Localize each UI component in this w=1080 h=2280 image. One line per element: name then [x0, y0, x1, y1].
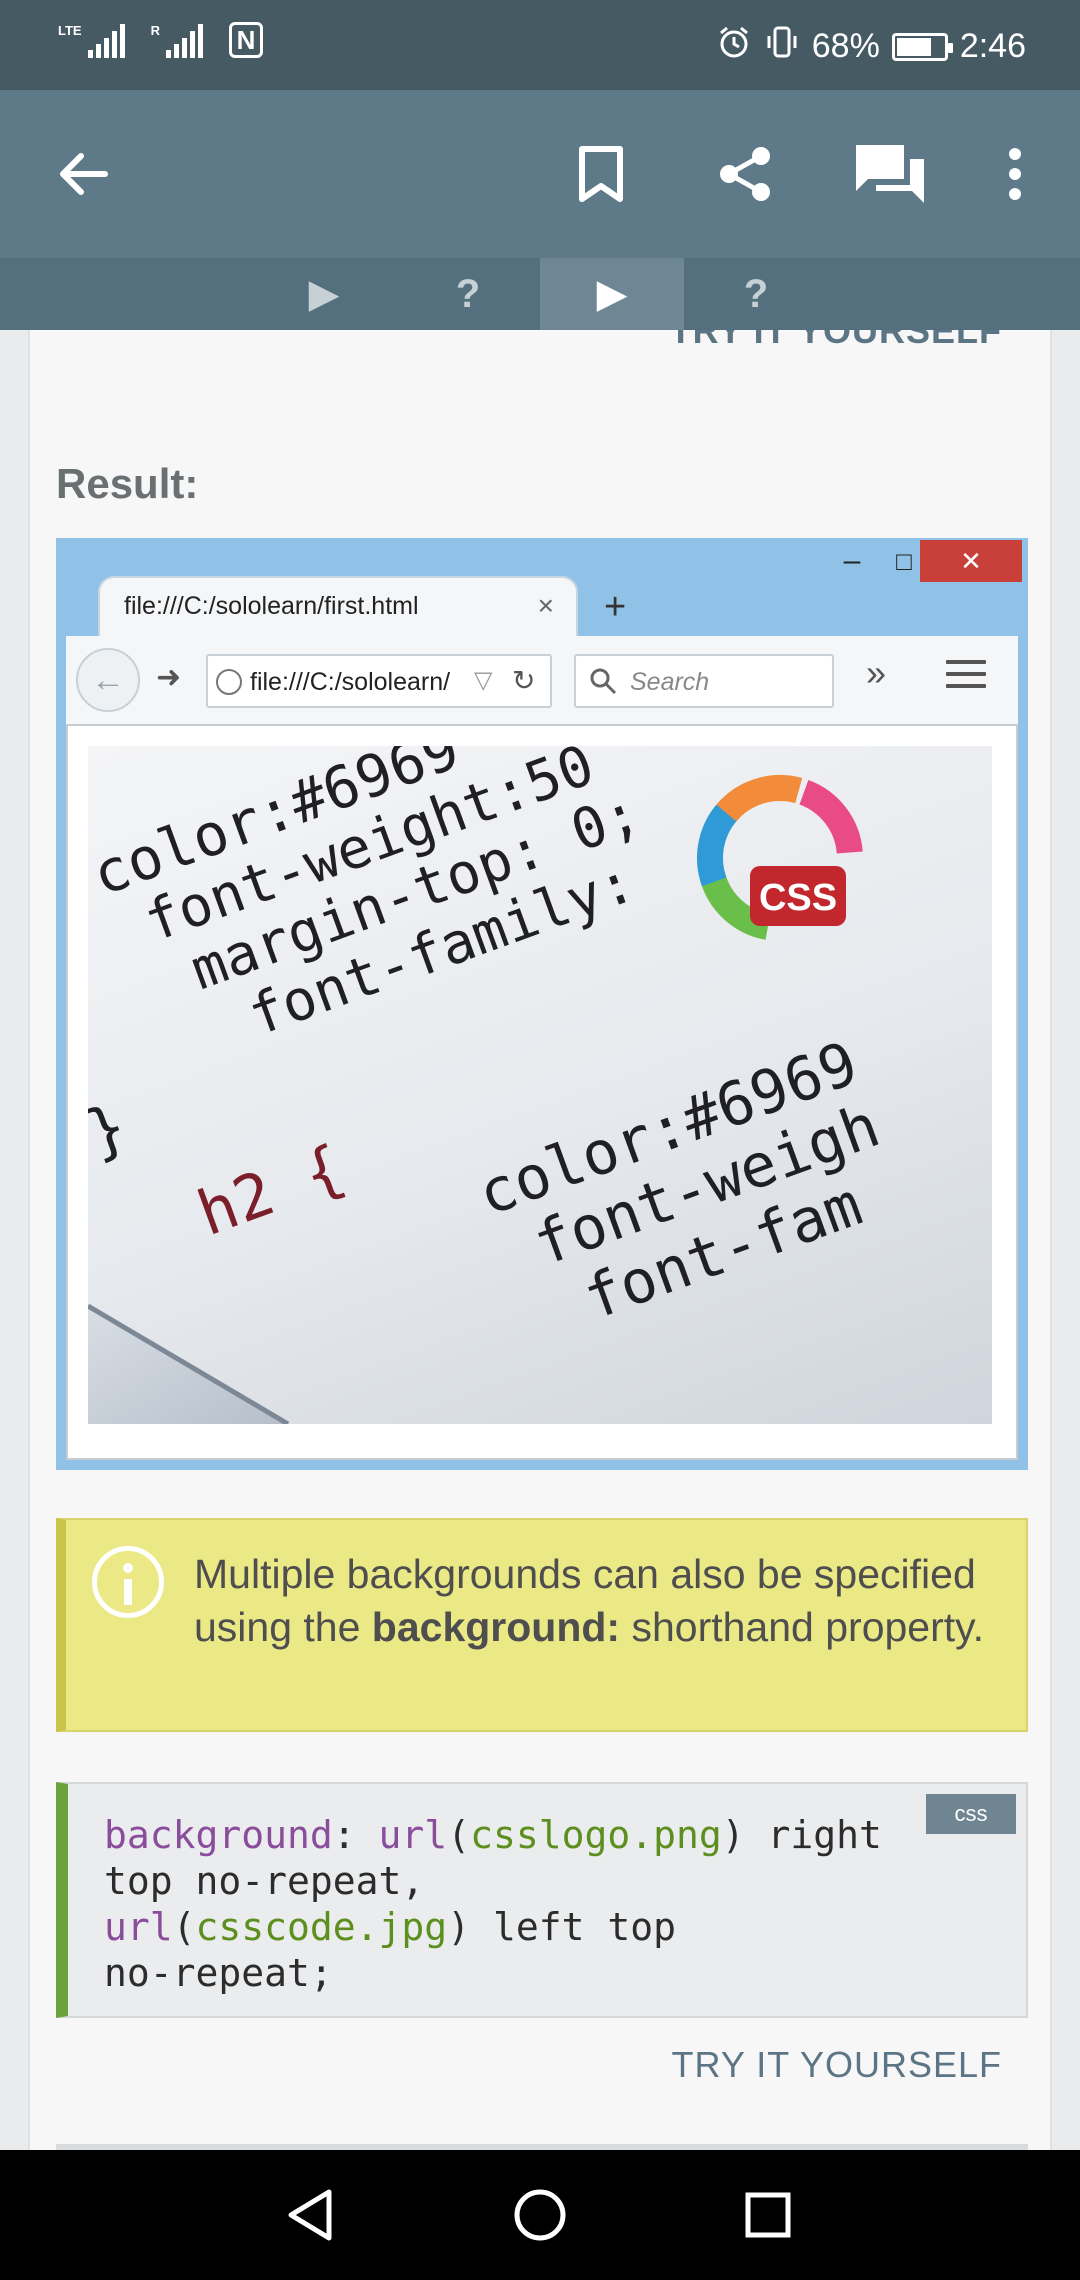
home-circle-icon	[514, 2189, 566, 2241]
browser-viewport: color:#6969 font-weight:50 margin-top: 0…	[66, 726, 1018, 1460]
back-triangle-icon	[288, 2189, 332, 2241]
code-token: ) right	[721, 1813, 882, 1857]
lesson-content: TRY IT YOURSELF Result: – □ ✕ file:///C:…	[28, 330, 1052, 2150]
code-token: url	[104, 1905, 173, 1949]
language-badge: css	[926, 1794, 1016, 1834]
alarm-icon	[716, 24, 752, 69]
tab-lesson-1[interactable]: ▶	[252, 258, 396, 330]
tab-quiz-1[interactable]: ?	[396, 258, 540, 330]
browser-back-icon: ←	[76, 648, 140, 712]
browser-search-box: Search	[574, 654, 834, 708]
code-token: top no-repeat,	[104, 1859, 425, 1903]
overflow-chevrons-icon: »	[866, 652, 887, 693]
code-token: url	[378, 1813, 448, 1857]
share-icon	[720, 147, 770, 201]
try-it-yourself-button[interactable]: TRY IT YOURSELF	[672, 2044, 1002, 2086]
code-token: ) left top	[447, 1905, 676, 1949]
info-note-text: Multiple backgrounds can also be specifi…	[194, 1548, 994, 1654]
info-icon	[92, 1546, 164, 1618]
note-bold-term: background:	[371, 1604, 621, 1650]
comments-button[interactable]	[840, 90, 940, 258]
signal-indicators: LTE R N	[58, 22, 263, 58]
note-text-part: shorthand property.	[620, 1604, 984, 1650]
code-photo-graphic: color:#6969 font-weight:50 margin-top: 0…	[88, 746, 889, 1424]
app-toolbar	[0, 90, 1080, 258]
nfc-icon: N	[228, 22, 263, 58]
browser-screenshot: – □ ✕ file:///C:/sololearn/first.html × …	[56, 538, 1028, 1470]
code-token: (	[172, 1905, 196, 1949]
search-icon	[590, 668, 617, 695]
more-options-button[interactable]	[990, 90, 1040, 258]
system-navigation-bar	[0, 2150, 1080, 2280]
browser-forward-icon: ➜	[156, 661, 182, 694]
bookmark-icon	[579, 146, 623, 202]
sim2-signal: R	[151, 24, 203, 58]
share-button[interactable]	[700, 90, 790, 258]
address-bar: file:///C:/sololearn/first.html ▽ ↻	[206, 654, 552, 708]
code-example: css background: url(csslogo.png) right t…	[56, 1782, 1028, 2018]
system-recents-button[interactable]	[728, 2150, 808, 2280]
tab-quiz-2[interactable]: ?	[684, 258, 828, 330]
address-text: file:///C:/sololearn/first.html	[250, 668, 450, 696]
dropdown-icon: ▽	[474, 667, 493, 694]
tab-lesson-2[interactable]: ▶	[540, 258, 684, 330]
minimize-icon: –	[843, 544, 861, 577]
signal-bars-icon	[165, 24, 203, 58]
tab-close-icon: ×	[537, 590, 554, 621]
globe-icon	[216, 669, 242, 695]
hamburger-menu-icon	[946, 660, 986, 696]
status-bar: LTE R N 68% 2:46	[0, 0, 1080, 90]
recents-square-icon	[745, 2192, 791, 2238]
previous-try-it-yourself-link[interactable]: TRY IT YOURSELF	[670, 330, 1002, 352]
more-vert-icon	[1009, 148, 1021, 200]
clock: 2:46	[959, 27, 1026, 65]
search-placeholder: Search	[630, 668, 710, 696]
code-token: :	[332, 1813, 379, 1857]
browser-tab: file:///C:/sololearn/first.html ×	[98, 576, 578, 638]
browser-tab-title: file:///C:/sololearn/first.html	[124, 592, 419, 620]
photo-code-line: h2 {	[188, 1130, 353, 1250]
signal-bars-icon	[87, 24, 125, 58]
status-right: 68% 2:46	[716, 24, 1026, 69]
reload-icon: ↻	[512, 665, 536, 696]
css-logo-label: CSS	[759, 877, 837, 919]
code-token: background	[104, 1813, 333, 1857]
system-home-button[interactable]	[500, 2150, 580, 2280]
css-logo-icon: CSS	[697, 775, 863, 941]
code-token: no-repeat;	[104, 1951, 333, 1995]
photo-code-line: }	[88, 1089, 136, 1170]
browser-navbar: ← ➜ file:///C:/sololearn/first.html ▽ ↻ …	[66, 636, 1018, 726]
network-type-label: LTE	[58, 23, 82, 38]
code-token: csslogo.png	[470, 1813, 722, 1857]
back-button[interactable]	[40, 90, 124, 258]
battery-percent: 68%	[811, 27, 880, 65]
code-token: csscode.jpg	[195, 1905, 448, 1949]
comments-icon	[856, 145, 924, 203]
info-note: Multiple backgrounds can also be specifi…	[56, 1518, 1028, 1732]
roaming-label: R	[150, 23, 160, 38]
back-arrow-icon	[60, 153, 108, 195]
new-tab-icon: +	[604, 586, 627, 628]
code-text: background: url(csslogo.png) right top n…	[104, 1812, 882, 1996]
close-window-icon: ✕	[920, 540, 1022, 582]
vibrate-icon	[764, 24, 800, 69]
sim1-signal: LTE	[58, 24, 125, 58]
result-heading: Result:	[56, 460, 199, 507]
lesson-tabs: ▶ ? ▶ ?	[0, 258, 1080, 330]
css-code-photo: color:#6969 font-weight:50 margin-top: 0…	[88, 746, 992, 1424]
system-back-button[interactable]	[270, 2150, 350, 2280]
code-token: (	[447, 1813, 471, 1857]
battery-icon	[891, 32, 953, 61]
bookmark-button[interactable]	[556, 90, 646, 258]
